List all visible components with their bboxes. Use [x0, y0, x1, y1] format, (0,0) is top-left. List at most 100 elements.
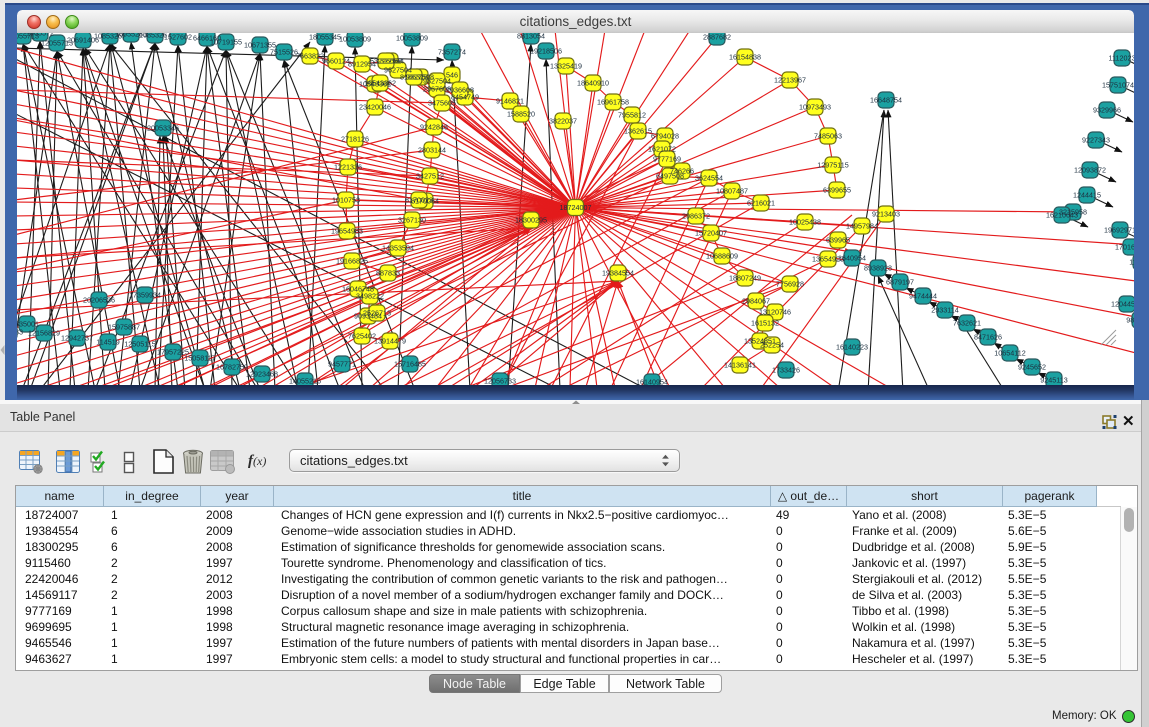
svg-text:6794028: 6794028 — [651, 132, 679, 141]
svg-text:16210643: 16210643 — [1046, 211, 1078, 220]
svg-text:9227343: 9227343 — [1082, 136, 1110, 145]
svg-text:53226058: 53226058 — [370, 57, 402, 66]
svg-text:23420046: 23420046 — [359, 103, 391, 112]
svg-text:12156829: 12156829 — [28, 329, 60, 338]
svg-text:15720407: 15720407 — [695, 229, 727, 238]
svg-text:10688609: 10688609 — [706, 252, 738, 261]
svg-text:20206536: 20206536 — [83, 296, 115, 305]
svg-text:2933114: 2933114 — [931, 306, 958, 315]
svg-text:9327504: 9327504 — [423, 77, 451, 86]
svg-text:2936608: 2936608 — [446, 86, 474, 95]
svg-text:19384554: 19384554 — [602, 269, 634, 278]
svg-text:7632621: 7632621 — [953, 319, 981, 328]
svg-text:1905572: 1905572 — [26, 33, 54, 38]
svg-text:7663822: 7663822 — [296, 52, 324, 61]
svg-text:2526713: 2526713 — [363, 309, 391, 318]
svg-text:15716485: 15716485 — [394, 360, 426, 369]
svg-text:19166825: 19166825 — [336, 257, 368, 266]
svg-text:10053809: 10053809 — [396, 34, 428, 43]
svg-text:116753: 116753 — [1129, 258, 1134, 267]
svg-text:12093872: 12093872 — [1074, 166, 1106, 175]
svg-text:7756928: 7756928 — [776, 280, 804, 289]
svg-text:18300295: 18300295 — [515, 216, 547, 225]
svg-text:9245113: 9245113 — [1040, 376, 1067, 385]
svg-text:9777169: 9777169 — [653, 155, 681, 164]
svg-text:2984067: 2984067 — [742, 297, 770, 306]
svg-text:16961758: 16961758 — [597, 98, 629, 107]
svg-text:19654983: 19654983 — [331, 227, 363, 236]
svg-text:1527602: 1527602 — [164, 33, 192, 42]
svg-text:12942737: 12942737 — [61, 334, 93, 343]
svg-text:252254: 252254 — [760, 341, 784, 350]
svg-text:15975887: 15975887 — [108, 323, 140, 332]
svg-text:10719155: 10719155 — [210, 38, 242, 47]
svg-text:16648754: 16648754 — [870, 96, 902, 105]
svg-text:6399655: 6399655 — [823, 186, 851, 195]
svg-text:10807487: 10807487 — [716, 187, 748, 196]
svg-text:7955812: 7955812 — [618, 111, 646, 120]
svg-text:1010753: 1010753 — [332, 196, 360, 205]
svg-text:15751074: 15751074 — [1102, 81, 1134, 90]
svg-text:18724007: 18724007 — [560, 203, 592, 212]
svg-text:9474444: 9474444 — [909, 292, 937, 301]
svg-text:1362615: 1362615 — [624, 127, 652, 136]
svg-text:10025438: 10025438 — [789, 218, 821, 227]
svg-text:9242848: 9242848 — [420, 123, 448, 132]
svg-text:15058117: 15058117 — [184, 354, 215, 363]
svg-text:1244415: 1244415 — [1073, 191, 1101, 200]
svg-text:2803144: 2803144 — [418, 146, 446, 155]
svg-text:887833: 887833 — [376, 269, 400, 278]
svg-text:6497508: 6497508 — [656, 172, 684, 181]
svg-text:20053346: 20053346 — [147, 124, 179, 133]
svg-text:6216021: 6216021 — [747, 199, 775, 208]
svg-text:8471626: 8471626 — [974, 333, 1002, 342]
svg-text:12505115: 12505115 — [124, 340, 155, 349]
svg-text:3498222: 3498222 — [356, 292, 384, 301]
svg-text:1621072: 1621072 — [648, 145, 676, 154]
svg-text:18807249: 18807249 — [729, 274, 761, 283]
svg-text:17016504: 17016504 — [1115, 243, 1134, 252]
svg-text:14957984: 14957984 — [846, 222, 878, 231]
svg-text:9146821: 9146821 — [496, 97, 524, 106]
svg-text:2718126: 2718126 — [341, 135, 369, 144]
svg-text:18640910: 18640910 — [577, 79, 609, 88]
svg-text:9457771: 9457771 — [328, 360, 356, 369]
svg-text:3915133: 3915133 — [17, 328, 23, 337]
svg-text:8170023: 8170023 — [405, 196, 433, 205]
svg-text:16140223: 16140223 — [836, 343, 868, 352]
svg-text:9329966: 9329966 — [1093, 106, 1121, 115]
svg-text:6879197: 6879197 — [886, 278, 914, 287]
svg-text:1221336: 1221336 — [334, 163, 362, 172]
svg-text:9660124: 9660124 — [322, 57, 350, 66]
svg-text:12923468: 12923468 — [246, 370, 278, 379]
svg-text:1588520: 1588520 — [507, 110, 535, 119]
svg-text:17359934: 17359934 — [129, 291, 161, 300]
svg-text:9213403: 9213403 — [872, 210, 900, 219]
svg-text:3822037: 3822037 — [549, 117, 577, 126]
svg-text:7625402: 7625402 — [348, 332, 376, 341]
svg-text:3624554: 3624554 — [695, 174, 723, 183]
svg-text:16154838: 16154838 — [729, 53, 761, 62]
svg-text:114519: 114519 — [96, 338, 119, 347]
svg-text:13914479: 13914479 — [374, 337, 406, 346]
svg-text:18055345: 18055345 — [309, 33, 341, 42]
svg-text:16543362: 16543362 — [364, 79, 396, 88]
svg-text:19692971: 19692971 — [1104, 226, 1134, 235]
svg-text:1615132: 1615132 — [751, 319, 779, 328]
svg-text:8938928: 8938928 — [864, 264, 892, 273]
svg-text:3267130: 3267130 — [398, 216, 426, 225]
svg-text:16782759: 16782759 — [216, 363, 248, 372]
svg-text:12213967: 12213967 — [774, 76, 806, 85]
svg-text:14353594: 14353594 — [382, 244, 414, 253]
svg-text:10654112: 10654112 — [994, 349, 1025, 358]
svg-text:12975115: 12975115 — [817, 161, 848, 170]
svg-text:14136141: 14136141 — [724, 361, 756, 370]
svg-text:13325419: 13325419 — [550, 62, 582, 71]
svg-text:2986372: 2986372 — [682, 212, 710, 221]
svg-text:9845113: 9845113 — [1126, 316, 1134, 325]
svg-text:8813054: 8813054 — [517, 33, 545, 41]
svg-text:7515526: 7515526 — [270, 48, 298, 57]
svg-text:3427512: 3427512 — [416, 172, 444, 181]
svg-text:7357274: 7357274 — [438, 48, 466, 57]
svg-text:1112023: 1112023 — [1109, 54, 1134, 63]
